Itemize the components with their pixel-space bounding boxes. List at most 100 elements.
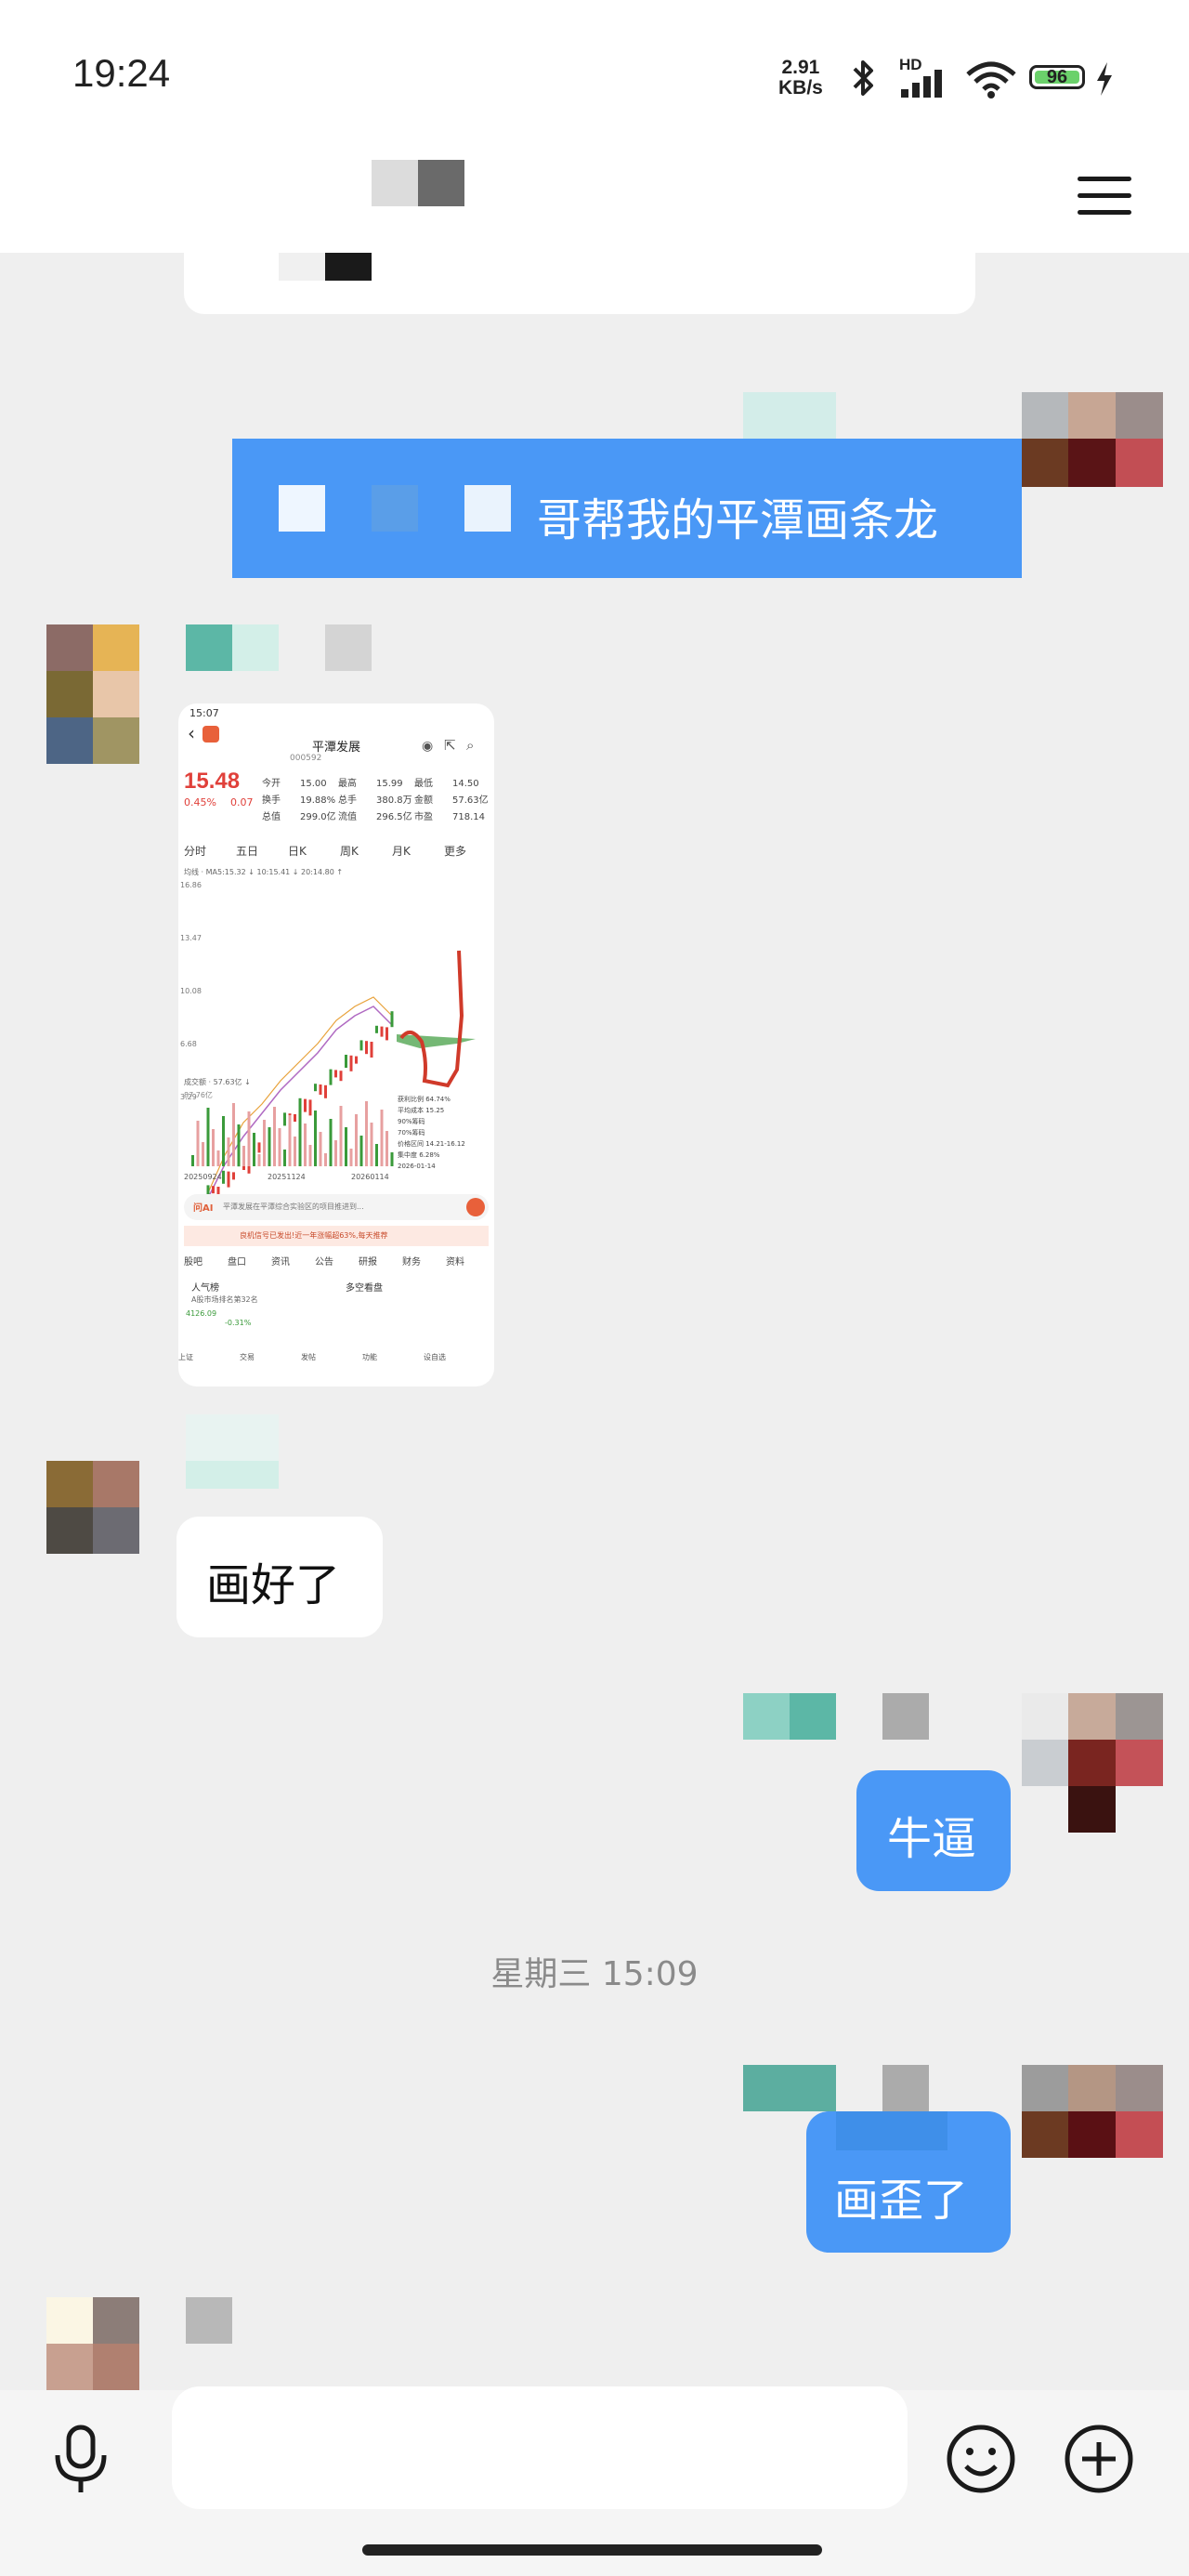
shot-time: 15:07 <box>189 707 219 719</box>
volume-bar <box>257 1154 261 1166</box>
volume-bar <box>268 1141 271 1166</box>
volume-bar <box>191 1155 194 1166</box>
shot-nav-item: 上证 <box>178 1353 193 1361</box>
outgoing-message-complaint[interactable]: 画歪了 <box>806 2111 1011 2253</box>
shot-ai-prompt: 平潭发展在平潭综合实验区的项目推进到... <box>223 1203 364 1211</box>
kline-y-labels: 16.8613.4710.086.683.29 <box>180 881 202 1101</box>
shot-stat: 总手 <box>338 795 357 806</box>
kline-candle <box>345 1055 347 1068</box>
status-time: 19:24 <box>72 51 171 95</box>
kline-candle <box>355 1056 358 1064</box>
shot-bull-bear: 多空看盘 <box>346 1283 383 1294</box>
kline-candle <box>349 1055 353 1071</box>
shot-tab: 五日 <box>236 845 259 858</box>
volume-bar <box>314 1111 317 1166</box>
volume-bar <box>385 1131 388 1166</box>
shot-stat: 296.5亿 <box>376 812 412 822</box>
volume-bar <box>278 1128 281 1166</box>
sender-name-redacted <box>232 624 279 671</box>
kline-candle <box>324 1084 327 1098</box>
avatar[interactable] <box>1022 1693 1163 1833</box>
kline-candle <box>329 1069 333 1085</box>
shot-stat: 总值 <box>262 812 281 822</box>
shot-eye-icon: ◉ <box>422 739 434 754</box>
shot-index-value: 4126.09 <box>186 1309 217 1318</box>
plus-circle-icon[interactable] <box>1062 2422 1136 2496</box>
volume-bar <box>247 1111 251 1166</box>
volume-bar <box>304 1124 307 1166</box>
sender-name-redacted <box>790 1693 836 1740</box>
chat-title-redacted <box>372 160 418 206</box>
shot-stat: 299.0亿 <box>300 812 336 822</box>
sender-name-redacted <box>186 2297 232 2344</box>
volume-bar <box>375 1144 378 1166</box>
shot-tab: 分时 <box>184 845 207 858</box>
home-indicator[interactable] <box>362 2544 822 2556</box>
shot-share-icon: ⇱ <box>444 737 456 754</box>
volume-bar <box>196 1121 200 1166</box>
mic-icon[interactable] <box>48 2422 113 2496</box>
shot-change: 0.07 <box>230 796 254 808</box>
stock-screenshot-image[interactable]: 15:07 ‹ 平潭发展 000592 ◉ ⇱ ⌕ 15.48 0.45% 0.… <box>178 703 494 1387</box>
shot-stat: 最高 <box>338 779 357 789</box>
volume-bar <box>237 1124 241 1166</box>
kline-candle <box>308 1099 312 1116</box>
message-text: 哥帮我的平潭画条龙 <box>537 494 939 546</box>
shot-bottom-tab: 公告 <box>315 1257 333 1268</box>
kline-candle <box>314 1084 317 1092</box>
shot-stat: 57.63亿 <box>452 795 489 806</box>
kline-candle <box>359 1040 363 1051</box>
volume-bar <box>339 1106 343 1166</box>
shot-stat: 380.8万 <box>376 795 412 806</box>
kline-candle <box>212 1186 215 1194</box>
menu-icon[interactable] <box>1078 172 1133 218</box>
shot-date: 20250924 <box>184 1173 222 1181</box>
volume-bar <box>288 1115 292 1166</box>
net-speed-value: 2.91 <box>781 57 820 78</box>
shot-stat: 今开 <box>262 779 281 789</box>
avatar[interactable] <box>1022 392 1163 487</box>
shot-bottom-tab: 盘口 <box>228 1257 246 1268</box>
incoming-message-reply[interactable]: 画好了 <box>176 1517 383 1637</box>
previous-message-redacted <box>279 253 325 281</box>
net-speed: 2.91 KB/s <box>778 58 823 99</box>
message-input[interactable] <box>172 2386 908 2509</box>
volume-bar <box>355 1114 358 1166</box>
avatar[interactable] <box>46 1461 139 1554</box>
battery-indicator: 96 <box>1029 65 1085 89</box>
avatar[interactable] <box>46 624 139 764</box>
volume-bar <box>308 1145 312 1166</box>
volume-bar <box>380 1110 384 1166</box>
kline-candle <box>294 1114 296 1122</box>
shot-vol-label: 成交额 · 57.63亿 ↓ <box>184 1078 251 1086</box>
avatar[interactable] <box>46 2297 139 2390</box>
battery-level: 96 <box>1046 67 1068 87</box>
volume-bar <box>227 1137 230 1166</box>
wifi-icon <box>966 61 1016 99</box>
avatar[interactable] <box>1022 2065 1163 2158</box>
shot-nav-item: 功能 <box>362 1353 377 1361</box>
shot-banner-text: 良机信号已发出!近一年涨幅超63%,每天推荐 <box>240 1231 388 1240</box>
kline-candle <box>232 1172 235 1180</box>
outgoing-message-cheer[interactable]: 牛逼 <box>856 1770 1011 1891</box>
shot-stat: 19.88% <box>300 795 336 806</box>
shot-stat: 15.99 <box>376 779 403 789</box>
kline-candle <box>375 1025 378 1033</box>
shot-tab: 周K <box>340 845 359 858</box>
volume-bar <box>329 1119 333 1166</box>
kline-candle <box>222 1170 225 1184</box>
bluetooth-icon <box>853 60 873 96</box>
shot-bottom-tab: 研报 <box>359 1257 377 1268</box>
chat-header <box>0 139 1189 253</box>
volume-bar <box>253 1133 255 1166</box>
volume-bar <box>202 1142 204 1166</box>
volume-bar <box>359 1136 363 1166</box>
sender-name-redacted <box>882 1693 929 1740</box>
message-text: 画好了 <box>206 1559 341 1611</box>
emoji-icon[interactable] <box>944 2422 1018 2496</box>
kline-candle <box>339 1071 343 1082</box>
outgoing-message-request[interactable]: 哥帮我的平潭画条龙 <box>232 439 1022 578</box>
date-separator: 星期三 15:09 <box>490 1955 699 1993</box>
shot-banner: 良机信号已发出!近一年涨幅超63%,每天推荐 <box>184 1226 489 1246</box>
shot-stat: 14.50 <box>452 779 479 789</box>
